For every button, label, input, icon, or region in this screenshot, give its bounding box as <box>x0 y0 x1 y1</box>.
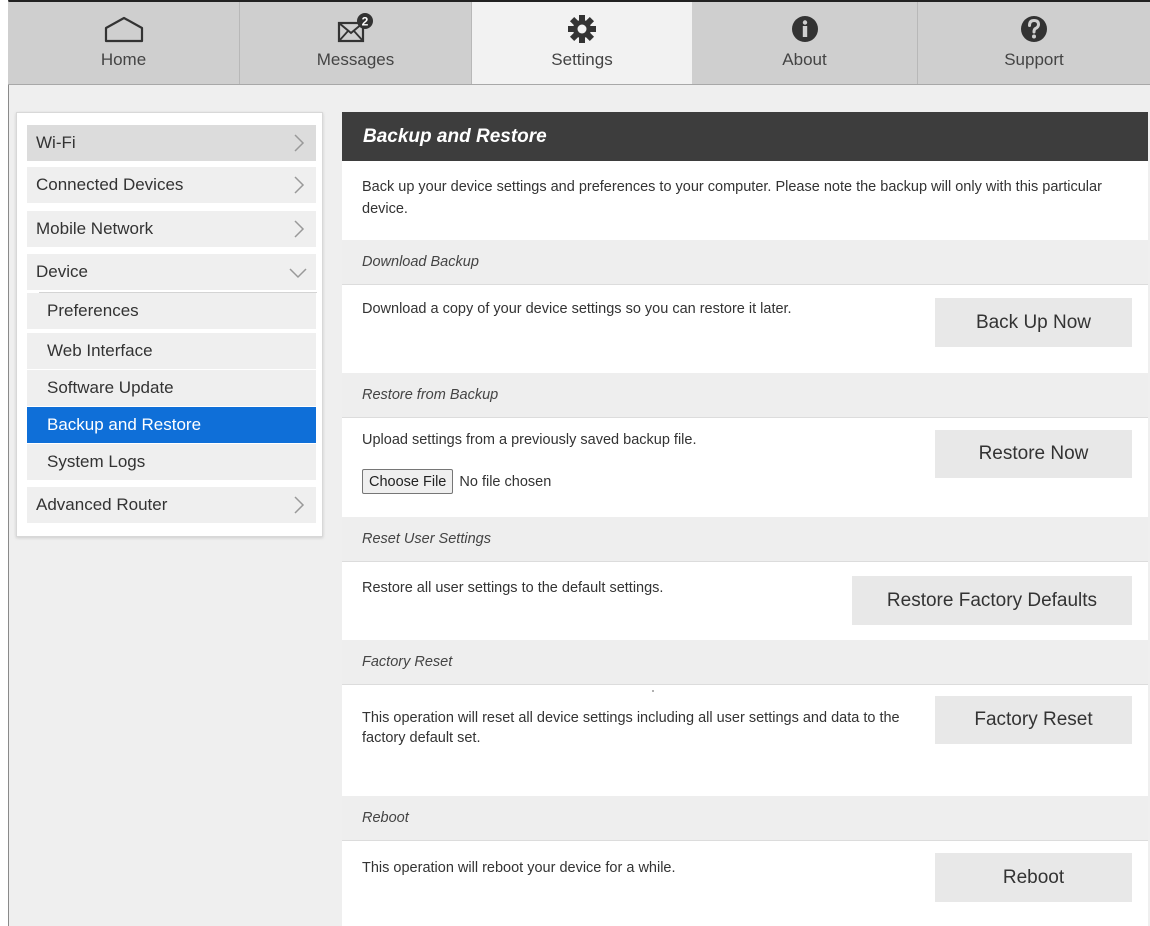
tab-about[interactable]: About <box>692 2 918 84</box>
tab-home-label: Home <box>100 50 147 69</box>
chevron-right-icon <box>294 134 305 152</box>
home-icon <box>103 12 145 46</box>
tab-support-label: Support <box>1004 50 1064 69</box>
tab-messages[interactable]: 2 Messages <box>240 2 472 84</box>
sidebar-item-label: Wi-Fi <box>36 133 76 152</box>
sidebar-item-label: Connected Devices <box>36 175 184 194</box>
help-icon <box>1019 12 1049 46</box>
section-heading-reboot: Reboot <box>342 796 1148 841</box>
chevron-right-icon <box>294 220 305 238</box>
restore-backup-text: Upload settings from a previously saved … <box>362 432 697 448</box>
mail-icon: 2 <box>336 12 376 46</box>
factory-reset-button[interactable]: Factory Reset <box>935 696 1132 744</box>
sidebar-item-device[interactable]: Device <box>27 254 316 290</box>
factory-reset-text: This operation will reset all device set… <box>362 710 900 746</box>
stray-dot <box>652 690 654 692</box>
sidebar-item-connected-devices[interactable]: Connected Devices <box>27 167 316 203</box>
sidebar-subitem-web-interface[interactable]: Web Interface <box>27 333 316 369</box>
info-icon <box>790 12 820 46</box>
sidebar-subitem-system-logs[interactable]: System Logs <box>27 444 316 480</box>
top-navigation: Home 2 Messages Settings About Support <box>8 2 1150 85</box>
tab-support[interactable]: Support <box>918 2 1150 84</box>
chevron-down-icon <box>289 268 307 279</box>
download-backup-text: Download a copy of your device settings … <box>362 301 792 317</box>
intro-text: Back up your device settings and prefere… <box>362 179 1102 217</box>
sidebar-subitem-label: Web Interface <box>47 341 153 360</box>
chevron-right-icon <box>294 176 305 194</box>
tab-settings[interactable]: Settings <box>472 2 692 84</box>
tab-home[interactable]: Home <box>8 2 240 84</box>
file-status-text: No file chosen <box>459 473 552 490</box>
tab-settings-label: Settings <box>551 50 613 69</box>
backup-restore-panel: Backup and Restore Back up your device s… <box>342 112 1148 926</box>
settings-sidebar: Wi-Fi Connected Devices Mobile Network D… <box>16 112 323 537</box>
reboot-button[interactable]: Reboot <box>935 853 1132 902</box>
restore-now-button[interactable]: Restore Now <box>935 430 1132 478</box>
restore-factory-defaults-button[interactable]: Restore Factory Defaults <box>852 576 1132 625</box>
sidebar-subitem-preferences[interactable]: Preferences <box>27 293 316 329</box>
sidebar-subitem-backup-and-restore[interactable]: Backup and Restore <box>27 407 316 443</box>
sidebar-item-mobile-network[interactable]: Mobile Network <box>27 211 316 247</box>
tab-about-label: About <box>782 50 827 69</box>
sidebar-item-label: Advanced Router <box>36 495 168 514</box>
messages-badge: 2 <box>361 15 368 29</box>
sidebar-item-label: Device <box>36 262 88 281</box>
sidebar-subitem-label: Preferences <box>47 301 139 320</box>
section-heading-factory-reset: Factory Reset <box>342 640 1148 685</box>
sidebar-subitem-software-update[interactable]: Software Update <box>27 370 316 406</box>
sidebar-subitem-label: System Logs <box>47 452 146 471</box>
sidebar-item-advanced-router[interactable]: Advanced Router <box>27 487 316 523</box>
reset-user-settings-text: Restore all user settings to the default… <box>362 580 664 596</box>
section-heading-download-backup: Download Backup <box>342 240 1148 285</box>
reboot-text: This operation will reboot your device f… <box>362 860 676 876</box>
file-chooser: Choose File No file chosen <box>362 469 551 494</box>
tab-messages-label: Messages <box>316 50 395 69</box>
sidebar-item-label: Mobile Network <box>36 219 154 238</box>
sidebar-subitem-label: Software Update <box>47 378 174 397</box>
section-heading-reset-user-settings: Reset User Settings <box>342 517 1148 562</box>
section-heading-restore-from-backup: Restore from Backup <box>342 373 1148 418</box>
page-title: Backup and Restore <box>342 112 1148 161</box>
gear-icon <box>567 12 597 46</box>
chevron-right-icon <box>294 496 305 514</box>
back-up-now-button[interactable]: Back Up Now <box>935 298 1132 347</box>
choose-file-button[interactable]: Choose File <box>362 469 454 494</box>
sidebar-subitem-label: Backup and Restore <box>47 415 202 434</box>
sidebar-item-wifi[interactable]: Wi-Fi <box>27 125 316 161</box>
